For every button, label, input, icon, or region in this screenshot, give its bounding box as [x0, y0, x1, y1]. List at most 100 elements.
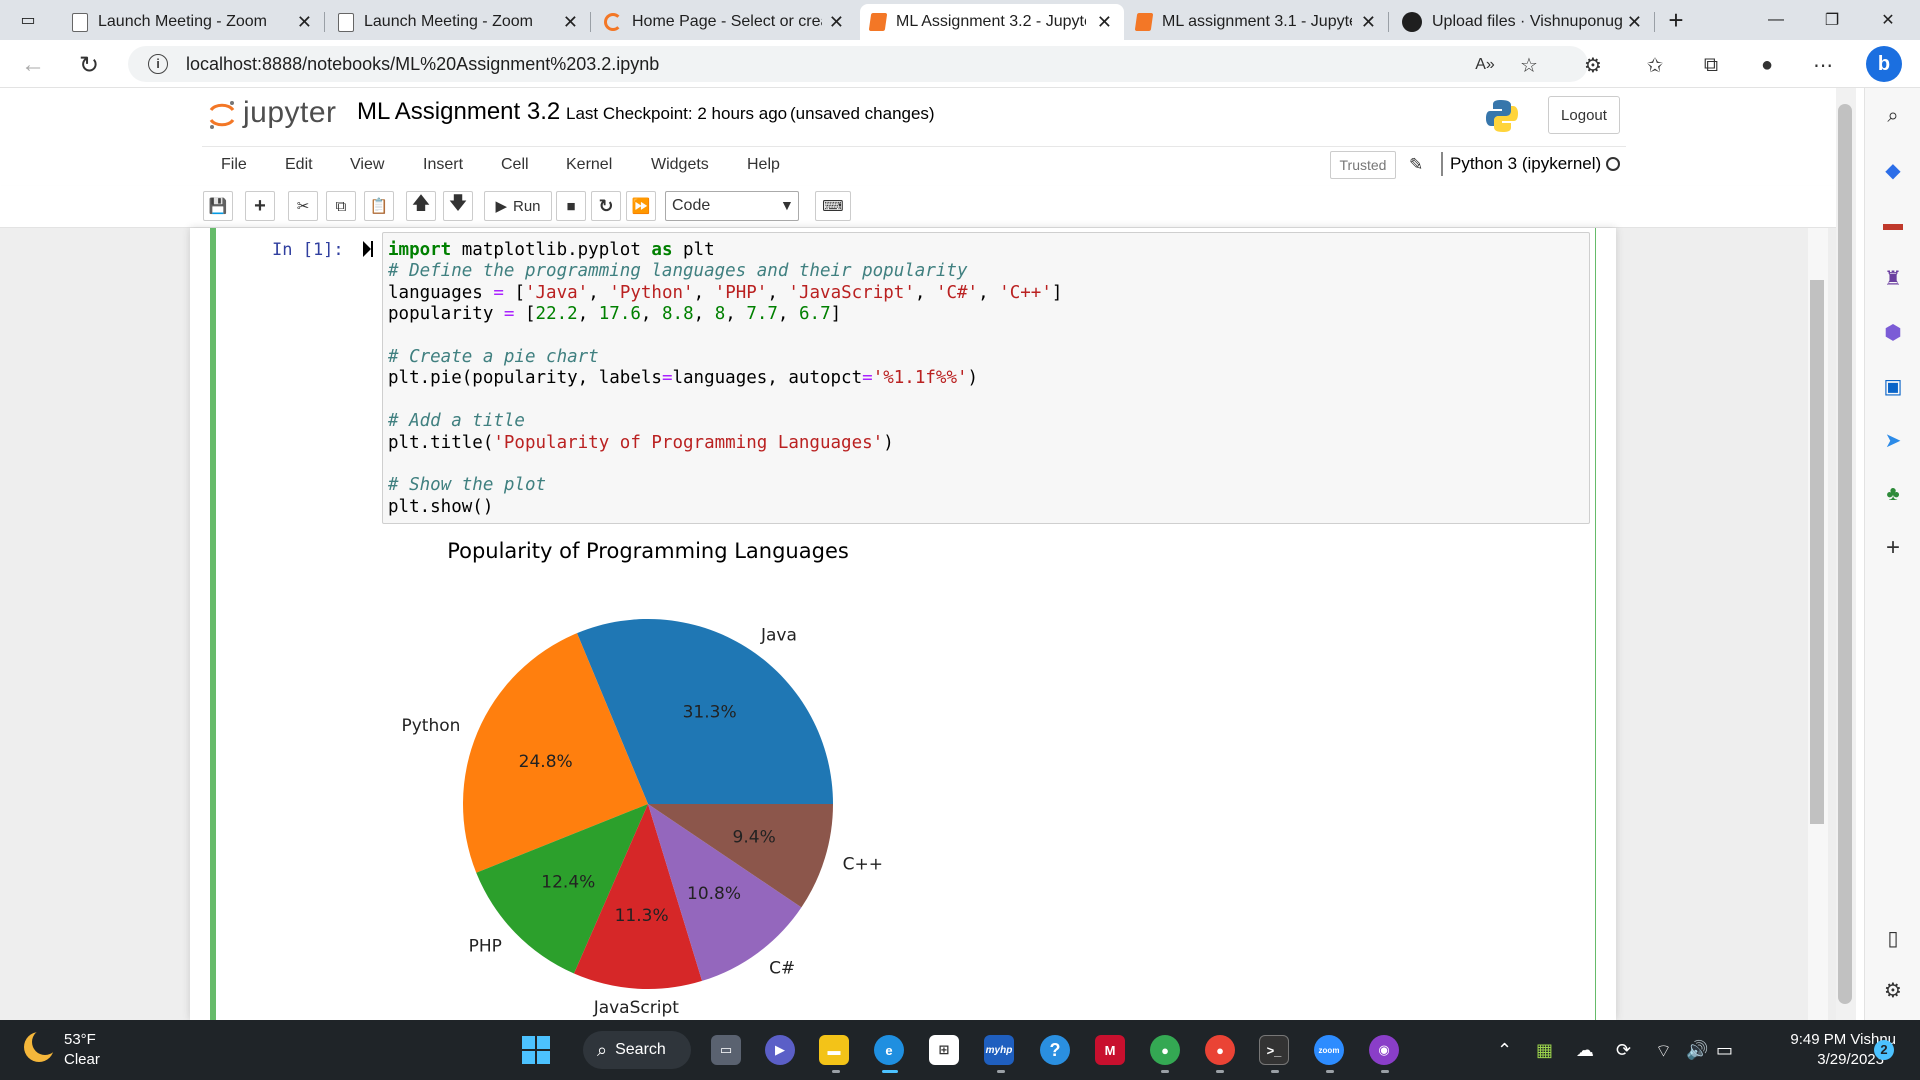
clock-date[interactable]: 3/29/2023 [1756, 1051, 1884, 1068]
notification-badge[interactable]: 2 [1874, 1040, 1894, 1060]
browser-tab-5[interactable]: ML assignment 3.1 - Jupyte ✕ [1126, 4, 1389, 40]
nvidia-icon[interactable]: ▦ [1536, 1040, 1553, 1061]
edge-browser-icon[interactable]: e [874, 1035, 904, 1065]
cell-type-select[interactable]: Code [665, 191, 799, 221]
interrupt-icon[interactable]: ■ [556, 191, 586, 221]
cut-icon[interactable]: ✂ [288, 191, 318, 221]
close-window-icon[interactable]: ✕ [1876, 8, 1900, 32]
move-up-icon[interactable]: 🡅 [406, 191, 436, 221]
code-line[interactable]: # Add a title [388, 411, 525, 431]
code-line[interactable]: # Define the programming languages and t… [388, 261, 967, 281]
sidebar-layout-icon[interactable]: ▯ [1881, 926, 1905, 950]
battery-icon[interactable]: ▭ [1716, 1040, 1733, 1061]
profile-icon[interactable]: ● [1754, 52, 1780, 78]
outlook-icon[interactable]: ▣ [1881, 374, 1905, 398]
send-icon[interactable]: ➤ [1881, 428, 1905, 452]
code-line[interactable]: popularity = [22.2, 17.6, 8.8, 8, 7.7, 6… [388, 304, 841, 324]
url-field[interactable]: i localhost:8888/notebooks/ML%20Assignme… [128, 46, 1588, 82]
code-line[interactable]: languages = ['Java', 'Python', 'PHP', 'J… [388, 283, 1062, 303]
notebook-scroll-thumb[interactable] [1810, 280, 1824, 824]
task-view-icon[interactable]: ▭ [711, 1035, 741, 1065]
wifi-icon[interactable]: ⌔ [1655, 1040, 1672, 1063]
run-button[interactable]: ▶ Run [484, 191, 552, 221]
read-aloud-icon[interactable]: A» [1472, 52, 1498, 78]
logout-button[interactable]: Logout [1548, 96, 1620, 134]
weather-temperature[interactable]: 53°F [64, 1031, 96, 1048]
shopping-tag-icon[interactable]: ◆ [1881, 158, 1905, 182]
url-text[interactable]: localhost:8888/notebooks/ML%20Assignment… [186, 54, 659, 75]
save-icon[interactable]: 💾 [203, 191, 233, 221]
volume-icon[interactable]: 🔊 [1686, 1040, 1708, 1061]
keyboard-icon[interactable]: ⌨ [815, 191, 851, 221]
kernel-name[interactable]: Python 3 (ipykernel) [1450, 154, 1601, 174]
terminal-icon[interactable]: >_ [1259, 1035, 1289, 1065]
code-line[interactable]: import matplotlib.pyplot as plt [388, 240, 715, 260]
code-line[interactable]: # Create a pie chart [388, 347, 599, 367]
browser-tab-6[interactable]: Upload files · Vishnuponug ✕ [1392, 4, 1655, 40]
onedrive-icon[interactable]: ☁ [1576, 1040, 1594, 1061]
close-icon[interactable]: ✕ [297, 12, 312, 33]
close-icon[interactable]: ✕ [1097, 12, 1112, 33]
browser-tab-2[interactable]: Launch Meeting - Zoom ✕ [328, 4, 591, 40]
github-desktop-icon[interactable]: ◉ [1369, 1035, 1399, 1065]
close-icon[interactable]: ✕ [563, 12, 578, 33]
myhp-icon[interactable]: myhp [984, 1035, 1014, 1065]
trusted-indicator[interactable]: Trusted [1330, 151, 1396, 179]
restart-run-all-icon[interactable]: ⏩ [626, 191, 656, 221]
code-line[interactable]: plt.title('Popularity of Programming Lan… [388, 433, 894, 453]
menu-help[interactable]: Help [747, 156, 780, 174]
add-sidebar-app-icon[interactable]: + [1881, 534, 1905, 561]
move-down-icon[interactable]: 🡇 [443, 191, 473, 221]
tab-actions-icon[interactable]: ▭ [16, 8, 40, 32]
close-icon[interactable]: ✕ [1361, 12, 1376, 33]
menu-edit[interactable]: Edit [285, 156, 313, 174]
code-line[interactable]: # Show the plot [388, 475, 546, 495]
tree-icon[interactable]: ♣ [1881, 482, 1905, 506]
jupyter-logo-icon[interactable] [208, 100, 236, 130]
page-scroll-thumb[interactable] [1838, 104, 1852, 1004]
windows-start-icon[interactable] [521, 1035, 551, 1065]
minimize-icon[interactable]: — [1764, 8, 1788, 32]
taskbar-search[interactable]: ⌕ Search [583, 1031, 691, 1069]
new-tab-icon[interactable]: + [1664, 5, 1688, 35]
menu-view[interactable]: View [350, 156, 384, 174]
extensions-icon[interactable]: ⚙ [1580, 52, 1606, 78]
notebook-title[interactable]: ML Assignment 3.2 [357, 98, 560, 126]
sidebar-settings-icon[interactable]: ⚙ [1881, 978, 1905, 1002]
pencil-icon[interactable]: ✎ [1409, 155, 1423, 175]
file-explorer-icon[interactable]: ▬ [819, 1035, 849, 1065]
favorites-icon[interactable]: ✩ [1642, 52, 1668, 78]
back-icon[interactable]: ← [18, 50, 48, 80]
teams-chat-icon[interactable]: ▶ [765, 1035, 795, 1065]
weather-condition[interactable]: Clear [64, 1051, 100, 1068]
bing-chat-icon[interactable]: b [1866, 46, 1902, 82]
microsoft-365-icon[interactable]: ⬢ [1881, 320, 1905, 344]
close-icon[interactable]: ✕ [1627, 12, 1642, 33]
tools-icon[interactable]: ▬ [1881, 212, 1905, 236]
menu-file[interactable]: File [221, 156, 247, 174]
menu-insert[interactable]: Insert [423, 156, 463, 174]
code-line[interactable]: plt.pie(popularity, labels=languages, au… [388, 368, 978, 388]
microsoft-store-icon[interactable]: ⊞ [929, 1035, 959, 1065]
restart-icon[interactable]: ↻ [591, 191, 621, 221]
search-icon[interactable]: ⌕ [1881, 104, 1905, 128]
mcafee-icon[interactable]: M [1095, 1035, 1125, 1065]
restore-icon[interactable]: ❐ [1820, 8, 1844, 32]
add-favorite-icon[interactable]: ☆ [1516, 52, 1542, 78]
browser-tab-3[interactable]: Home Page - Select or creat ✕ [594, 4, 856, 40]
sync-icon[interactable]: ⟳ [1616, 1040, 1631, 1061]
moon-icon[interactable] [24, 1029, 58, 1062]
chevron-up-icon[interactable]: ⌃ [1497, 1040, 1512, 1061]
zoom-icon[interactable]: zoom [1314, 1035, 1344, 1065]
paste-icon[interactable]: 📋 [364, 191, 394, 221]
info-icon[interactable]: i [148, 54, 168, 74]
refresh-icon[interactable]: ↻ [74, 50, 104, 80]
collections-icon[interactable]: ⧉ [1698, 52, 1724, 78]
menu-cell[interactable]: Cell [501, 156, 529, 174]
jupyter-logo-text[interactable]: jupyter [243, 96, 337, 130]
more-options-icon[interactable]: ⋯ [1810, 52, 1836, 78]
menu-kernel[interactable]: Kernel [566, 156, 612, 174]
browser-tab-4-active[interactable]: ML Assignment 3.2 - Jupyte ✕ [860, 4, 1124, 40]
chrome-icon[interactable]: ● [1150, 1035, 1180, 1065]
copy-icon[interactable]: ⧉ [326, 191, 356, 221]
